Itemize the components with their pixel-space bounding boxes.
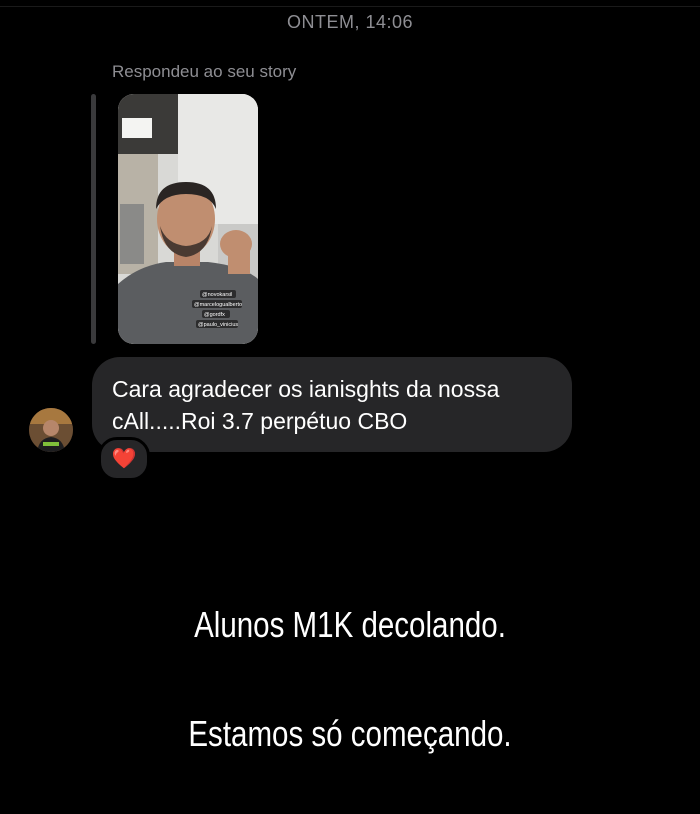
overlay-caption-line2: Estamos só começando. <box>188 713 512 754</box>
date-separator: ONTEM, 14:06 <box>286 12 414 32</box>
story-tag: @gordfx <box>204 312 225 318</box>
sender-avatar[interactable] <box>29 408 73 452</box>
story-thumbnail[interactable]: @novokarsil @marcelogualberto @gordfx @p… <box>118 94 258 344</box>
story-tag: @novokarsil <box>202 292 232 298</box>
heart-icon: ❤️ <box>111 448 137 470</box>
story-tag: @paulo_vinicius <box>198 322 238 328</box>
top-divider <box>0 6 700 7</box>
reply-context-label: Respondeu ao seu story <box>112 62 297 81</box>
overlay-caption-line1: Alunos M1K decolando. <box>194 604 506 645</box>
reaction-badge[interactable]: ❤️ <box>98 437 150 481</box>
message-bubble[interactable]: Cara agradecer os ianisghts da nossa cAl… <box>92 357 572 452</box>
reply-quote-bar <box>91 94 96 344</box>
story-tag: @marcelogualberto <box>194 302 242 308</box>
